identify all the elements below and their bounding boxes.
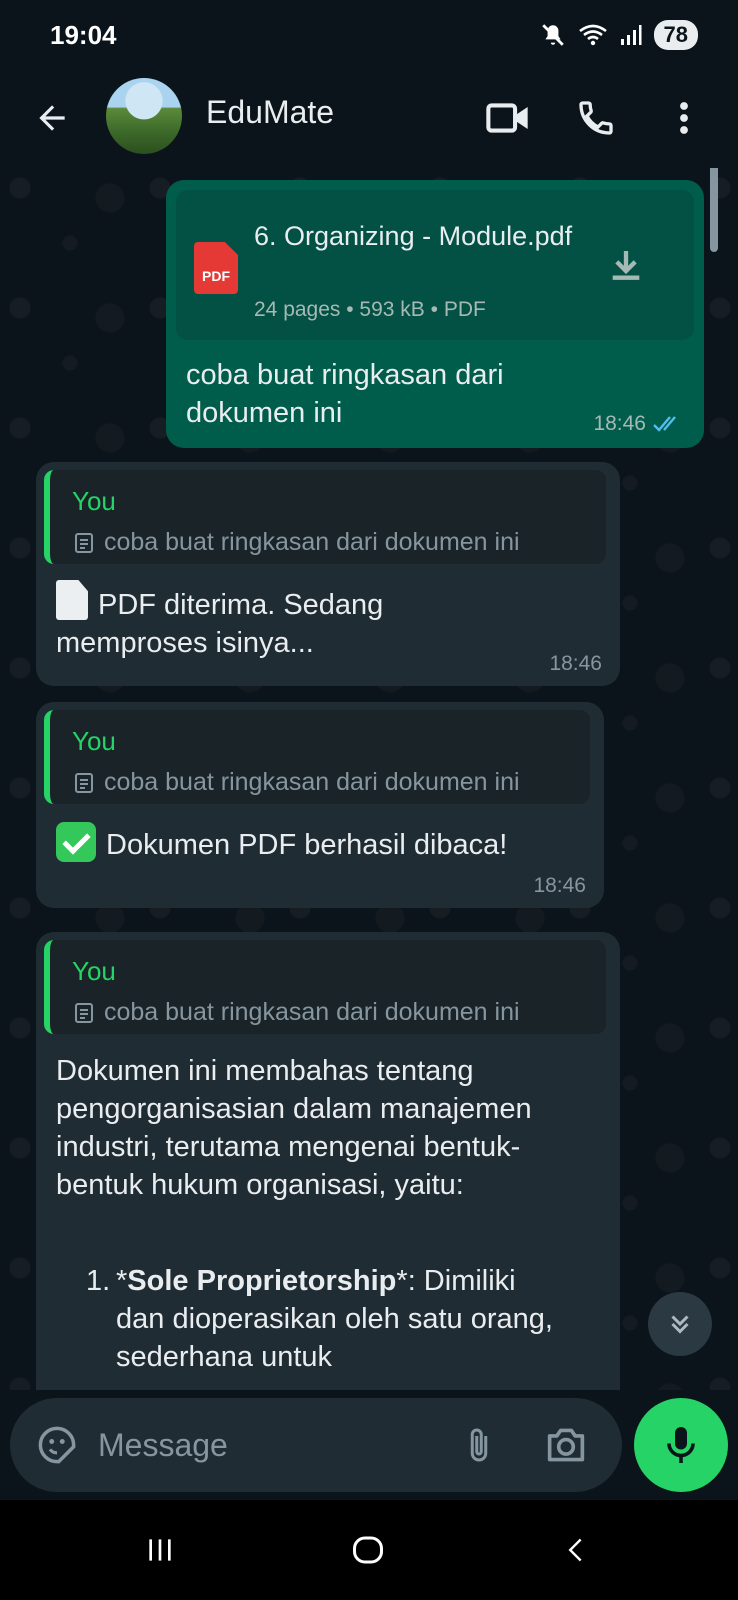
- home-button[interactable]: [338, 1528, 398, 1572]
- phone-icon: [579, 101, 613, 135]
- recent-apps-icon: [149, 1539, 171, 1561]
- more-options-button[interactable]: [664, 90, 704, 146]
- download-button[interactable]: [600, 240, 652, 292]
- video-camera-icon: [486, 103, 528, 133]
- incoming-message[interactable]: You coba buat ringkasan dari dokumen ini…: [36, 462, 620, 686]
- double-chevron-down-icon: [671, 1315, 689, 1334]
- check-mark-emoji-icon: [56, 822, 96, 862]
- incoming-message-time: 18:46: [549, 652, 602, 675]
- document-icon: [75, 532, 93, 553]
- chat-area[interactable]: PDF 6. Organizing - Module.pdf 24 pages …: [0, 168, 738, 1390]
- scroll-to-bottom-button[interactable]: [648, 1292, 712, 1356]
- document-icon: [75, 772, 93, 793]
- quote-text-row: coba buat ringkasan dari dokumen ini: [72, 768, 520, 797]
- quoted-message[interactable]: You coba buat ringkasan dari dokumen ini: [44, 470, 606, 564]
- attach-button[interactable]: [454, 1420, 504, 1470]
- list-item-body: *Sole Proprietorship*: Dimiliki dan diop…: [116, 1262, 566, 1376]
- list-item-number: 1.: [86, 1265, 111, 1297]
- incoming-message[interactable]: You coba buat ringkasan dari dokumen ini…: [36, 932, 620, 1390]
- incoming-message-text: Dokumen PDF berhasil dibaca!: [106, 829, 508, 861]
- quote-text: coba buat ringkasan dari dokumen ini: [104, 528, 520, 556]
- quote-text: coba buat ringkasan dari dokumen ini: [104, 768, 520, 796]
- list-item-title: Sole Proprietorship: [127, 1265, 397, 1297]
- camera-button[interactable]: [538, 1420, 594, 1470]
- contact-name[interactable]: EduMate: [206, 94, 334, 131]
- quoted-message[interactable]: You coba buat ringkasan dari dokumen ini: [44, 940, 606, 1034]
- back-button[interactable]: [26, 92, 78, 144]
- outgoing-message-text: coba buat ringkasan dari dokumen ini: [186, 359, 504, 429]
- sticker-button[interactable]: [32, 1420, 82, 1470]
- incoming-message-text-row: Dokumen PDF berhasil dibaca!: [56, 822, 576, 864]
- page-emoji-icon: [56, 580, 88, 620]
- mute-icon: [541, 24, 564, 46]
- contact-avatar[interactable]: [106, 78, 182, 154]
- document-icon: [75, 1002, 93, 1023]
- scrollbar-thumb[interactable]: [710, 168, 718, 252]
- wifi-icon: [578, 24, 607, 46]
- quote-text: coba buat ringkasan dari dokumen ini: [104, 998, 520, 1026]
- back-nav-button[interactable]: [546, 1528, 606, 1572]
- document-name: 6. Organizing - Module.pdf: [254, 221, 573, 251]
- status-bar: 19:04 78: [0, 0, 738, 72]
- read-ticks-icon: [653, 416, 676, 432]
- outgoing-message-meta: 18:46: [593, 412, 684, 436]
- more-vert-icon: [680, 102, 688, 134]
- incoming-message-time: 18:46: [533, 874, 586, 897]
- voice-call-button[interactable]: [568, 90, 624, 146]
- download-icon: [612, 251, 640, 280]
- quote-text-row: coba buat ringkasan dari dokumen ini: [72, 528, 520, 557]
- message-input-bar: [10, 1398, 622, 1492]
- sticker-icon: [38, 1426, 76, 1464]
- microphone-icon: [667, 1427, 695, 1463]
- quote-author: You: [72, 486, 116, 516]
- signal-icon: [620, 25, 642, 45]
- system-nav-bar: [0, 1500, 738, 1600]
- pdf-file-icon: PDF: [194, 242, 238, 294]
- arrow-back-icon: [39, 105, 65, 131]
- quote-author: You: [72, 956, 116, 986]
- quote-author: You: [72, 726, 116, 756]
- video-call-button[interactable]: [480, 90, 536, 146]
- status-time: 19:04: [50, 20, 117, 50]
- paperclip-icon: [470, 1428, 488, 1462]
- list-item-prefix: *: [116, 1265, 128, 1297]
- incoming-message-text-row: PDF diterima. Sedang memproses isinya...: [56, 580, 476, 662]
- back-chevron-icon: [568, 1538, 582, 1562]
- chat-screen: 19:04 78 EduMate PDF 6. Organizing - Mod…: [0, 0, 738, 1600]
- incoming-message-text: PDF diterima. Sedang memproses isinya...: [56, 589, 384, 659]
- voice-message-button[interactable]: [634, 1398, 728, 1492]
- status-icons: 78: [540, 20, 698, 50]
- message-input[interactable]: [98, 1420, 428, 1470]
- home-icon: [353, 1536, 383, 1564]
- chat-header: EduMate: [0, 72, 738, 168]
- battery-indicator: 78: [653, 20, 698, 50]
- incoming-message-text: Dokumen ini membahas tentang pengorganis…: [56, 1055, 532, 1201]
- outgoing-message[interactable]: PDF 6. Organizing - Module.pdf 24 pages …: [166, 180, 704, 448]
- incoming-message[interactable]: You coba buat ringkasan dari dokumen ini…: [36, 702, 604, 908]
- recent-apps-button[interactable]: [130, 1528, 190, 1572]
- document-attachment[interactable]: PDF 6. Organizing - Module.pdf 24 pages …: [176, 190, 694, 340]
- outgoing-message-time: 18:46: [593, 412, 646, 435]
- document-meta: 24 pages • 593 kB • PDF: [254, 298, 486, 321]
- quote-text-row: coba buat ringkasan dari dokumen ini: [72, 998, 520, 1027]
- camera-icon: [547, 1428, 585, 1462]
- quoted-message[interactable]: You coba buat ringkasan dari dokumen ini: [44, 710, 590, 804]
